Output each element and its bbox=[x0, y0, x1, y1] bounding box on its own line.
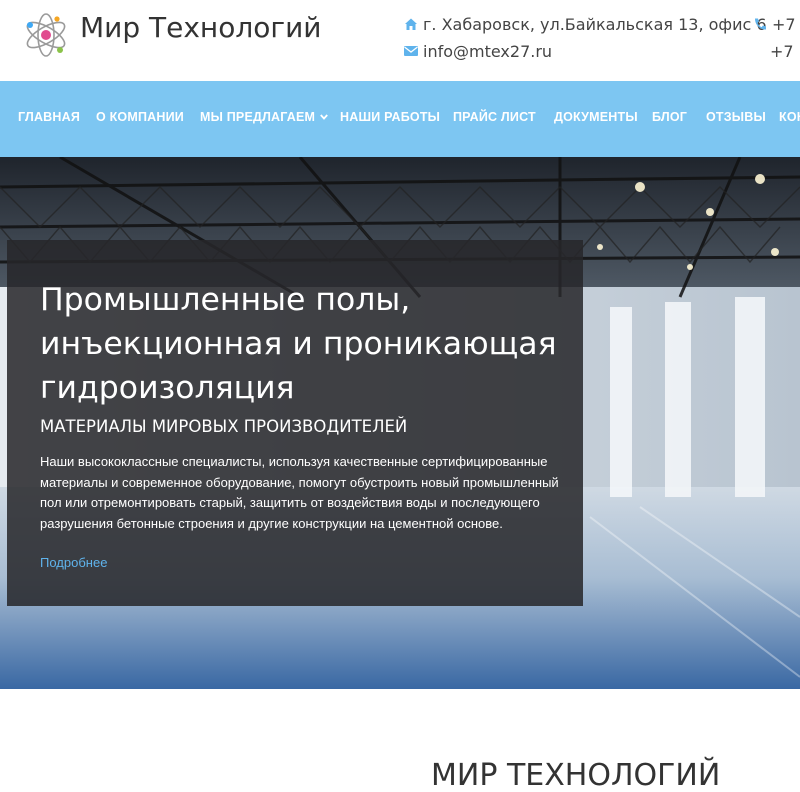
hero-panel: Промышленные полы, инъекционная и проник… bbox=[7, 240, 583, 606]
nav-item-prices[interactable]: ПРАЙС ЛИСТ bbox=[453, 110, 536, 124]
chevron-down-icon bbox=[320, 114, 329, 120]
hero-text: Наши высококлассные специалисты, использ… bbox=[40, 454, 559, 531]
map-marker-icon bbox=[405, 18, 417, 30]
section-title: МИР ТЕХНОЛОГИЙ bbox=[431, 758, 721, 792]
more-link[interactable]: Подробнее bbox=[40, 555, 107, 570]
hero-banner: Промышленные полы, инъекционная и проник… bbox=[0, 157, 800, 689]
hero-title: Промышленные полы, инъекционная и проник… bbox=[40, 282, 557, 406]
phone-primary-text[interactable]: +7 (9 bbox=[772, 15, 800, 34]
nav-item-about[interactable]: О КОМПАНИИ bbox=[96, 110, 184, 124]
nav-item-home[interactable]: ГЛАВНАЯ bbox=[18, 110, 80, 124]
atom-logo-icon[interactable] bbox=[22, 10, 70, 60]
nav-item-contacts[interactable]: КОНТ bbox=[779, 110, 800, 124]
envelope-icon bbox=[404, 46, 418, 56]
nav-item-documents[interactable]: ДОКУМЕНТЫ bbox=[554, 110, 638, 124]
phone-primary[interactable]: +7 (9 bbox=[752, 15, 800, 34]
phone-icon bbox=[754, 18, 766, 30]
phone-secondary[interactable]: +7 (4 bbox=[770, 42, 800, 61]
email-text[interactable]: info@mtex27.ru bbox=[423, 42, 552, 61]
nav-item-reviews[interactable]: ОТЗЫВЫ bbox=[706, 110, 766, 124]
email[interactable]: info@mtex27.ru bbox=[403, 42, 552, 61]
site-name[interactable]: Мир Технологий bbox=[80, 11, 322, 44]
main-nav: ГЛАВНАЯ О КОМПАНИИ МЫ ПРЕДЛАГАЕМ НАШИ РА… bbox=[0, 81, 800, 157]
nav-item-blog[interactable]: БЛОГ bbox=[652, 110, 687, 124]
phone-secondary-text[interactable]: +7 (4 bbox=[770, 42, 800, 61]
site-header: Мир Технологий г. Хабаровск, ул.Байкальс… bbox=[0, 0, 800, 81]
nav-item-works[interactable]: НАШИ РАБОТЫ bbox=[340, 110, 440, 124]
nav-item-offer-label: МЫ ПРЕДЛАГАЕМ bbox=[200, 110, 316, 124]
hero-subtitle: МАТЕРИАЛЫ МИРОВЫХ ПРОИЗВОДИТЕЛЕЙ bbox=[40, 417, 408, 436]
nav-item-offer[interactable]: МЫ ПРЕДЛАГАЕМ bbox=[200, 110, 329, 124]
address: г. Хабаровск, ул.Байкальская 13, офис 6 bbox=[403, 15, 767, 34]
address-text: г. Хабаровск, ул.Байкальская 13, офис 6 bbox=[423, 15, 767, 34]
